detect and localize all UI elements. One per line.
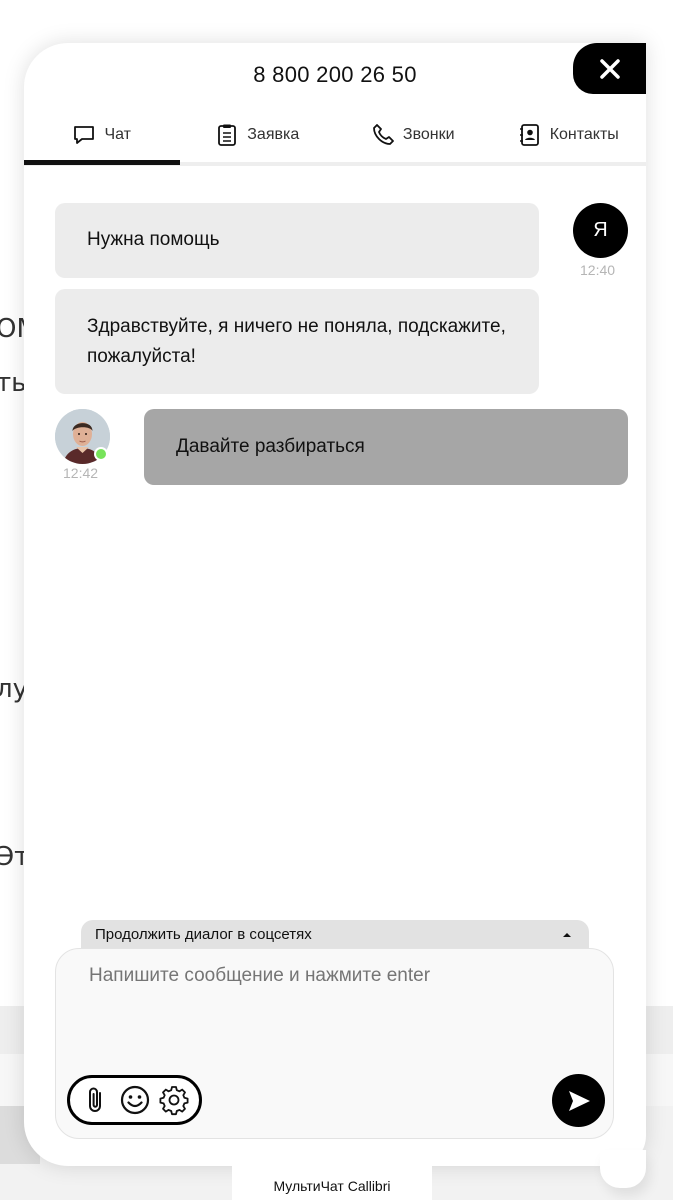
tab-label: Контакты <box>549 126 619 143</box>
settings-button[interactable] <box>157 1083 191 1117</box>
user-avatar: Я <box>573 203 628 258</box>
background-text-fragment: ть <box>0 368 27 398</box>
message-time: 12:42 <box>63 465 99 481</box>
message-input[interactable] <box>89 965 579 987</box>
phone-number[interactable]: 8 800 200 26 50 <box>24 62 646 88</box>
online-status-indicator <box>94 447 108 461</box>
composer-tools <box>67 1075 202 1125</box>
chat-bubble-icon <box>74 126 95 144</box>
send-arrow-icon <box>568 1090 590 1111</box>
contacts-book-icon <box>519 124 539 146</box>
tab-label: Звонки <box>402 126 455 143</box>
clipboard-icon <box>218 124 237 146</box>
user-message: Здравствуйте, я ничего не поняла, подска… <box>55 289 539 394</box>
tab-request[interactable]: Заявка <box>180 108 336 162</box>
tab-label: Заявка <box>247 126 300 143</box>
message-time: 12:40 <box>580 262 616 278</box>
smiley-icon <box>120 1085 149 1115</box>
user-message: Нужна помощь <box>55 203 539 278</box>
send-button[interactable] <box>552 1074 605 1127</box>
tab-label: Чат <box>104 126 132 143</box>
caret-up-icon <box>563 933 571 937</box>
emoji-button[interactable] <box>118 1083 152 1117</box>
active-tab-indicator <box>24 160 180 165</box>
continue-in-social-label: Продолжить диалог в соцсетях <box>95 926 312 943</box>
paperclip-icon <box>88 1087 101 1112</box>
phone-icon <box>373 124 394 145</box>
tab-chat[interactable]: Чат <box>24 108 180 162</box>
attach-button[interactable] <box>79 1083 113 1117</box>
tab-contacts[interactable]: Контакты <box>491 108 647 162</box>
gear-icon <box>159 1086 188 1116</box>
message-composer <box>55 948 614 1139</box>
powered-by-label[interactable]: МультиЧат Callibri <box>232 1166 432 1200</box>
operator-message: Давайте разбираться <box>144 409 628 485</box>
tab-calls[interactable]: Звонки <box>335 108 491 162</box>
tab-bar: Чат Заявка Звонки Контакты <box>24 108 646 166</box>
chat-widget-tail <box>600 1150 646 1188</box>
